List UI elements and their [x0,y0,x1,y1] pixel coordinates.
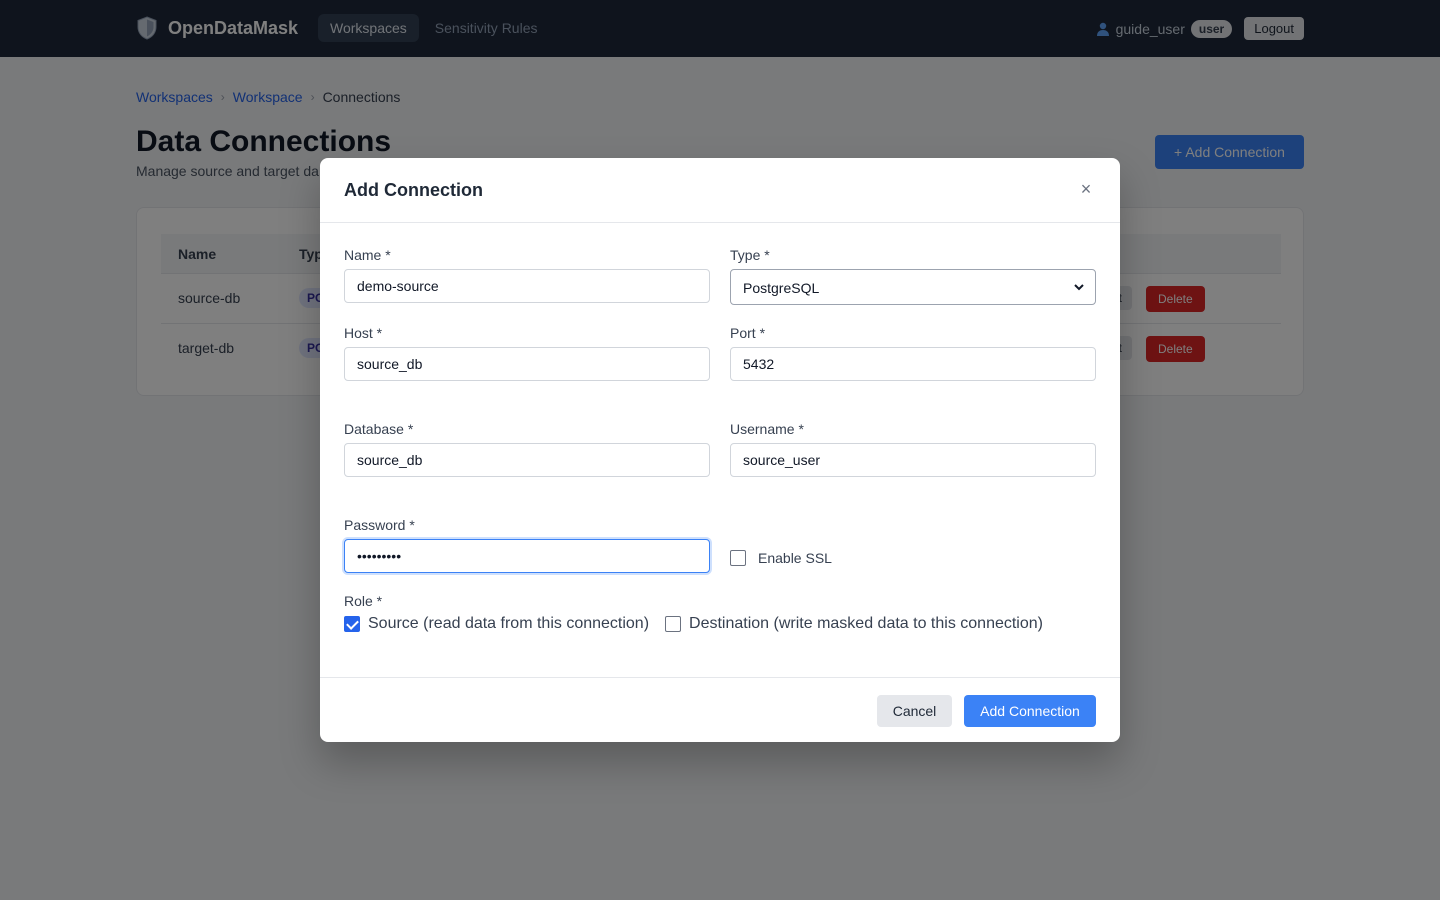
modal-header: Add Connection × [320,158,1120,223]
name-label: Name * [344,247,391,263]
modal-footer: Cancel Add Connection [320,677,1120,742]
cancel-button[interactable]: Cancel [877,695,952,727]
destination-checkbox[interactable] [665,616,682,632]
ssl-label: Enable SSL [758,550,832,566]
ssl-checkbox[interactable] [730,550,746,566]
port-input[interactable] [730,347,1096,381]
source-checkbox[interactable] [344,616,360,632]
type-select[interactable]: PostgreSQL [730,269,1096,305]
username-input[interactable] [730,443,1096,477]
host-input[interactable] [344,347,710,381]
type-label: Type * [730,247,770,263]
type-select-value: PostgreSQL [743,280,820,296]
name-input[interactable] [344,269,710,303]
chevron-down-icon [1073,280,1085,294]
password-label: Password * [344,517,415,533]
ssl-toggle[interactable]: Enable SSL [730,550,832,566]
role-label: Role * [344,593,383,609]
modal-title: Add Connection [344,180,483,200]
submit-add-connection-button[interactable]: Add Connection [964,695,1096,727]
database-label: Database * [344,421,414,437]
port-label: Port * [730,325,766,341]
role-option-label: Destination (write masked data to this c… [689,615,1043,632]
role-option-label: Source (read data from this connection) [368,615,650,632]
database-input[interactable] [344,443,710,477]
password-input[interactable] [344,539,710,573]
role-option-destination[interactable]: Destination (write masked data to this c… [665,615,1043,633]
username-label: Username * [730,421,804,437]
role-options: Source (read data from this connection) … [344,615,1059,633]
add-connection-modal: Add Connection × Name * Type * PostgreSQ… [320,158,1120,742]
role-option-source[interactable]: Source (read data from this connection) [344,615,649,633]
host-label: Host * [344,325,383,341]
close-icon[interactable]: × [1076,177,1096,201]
